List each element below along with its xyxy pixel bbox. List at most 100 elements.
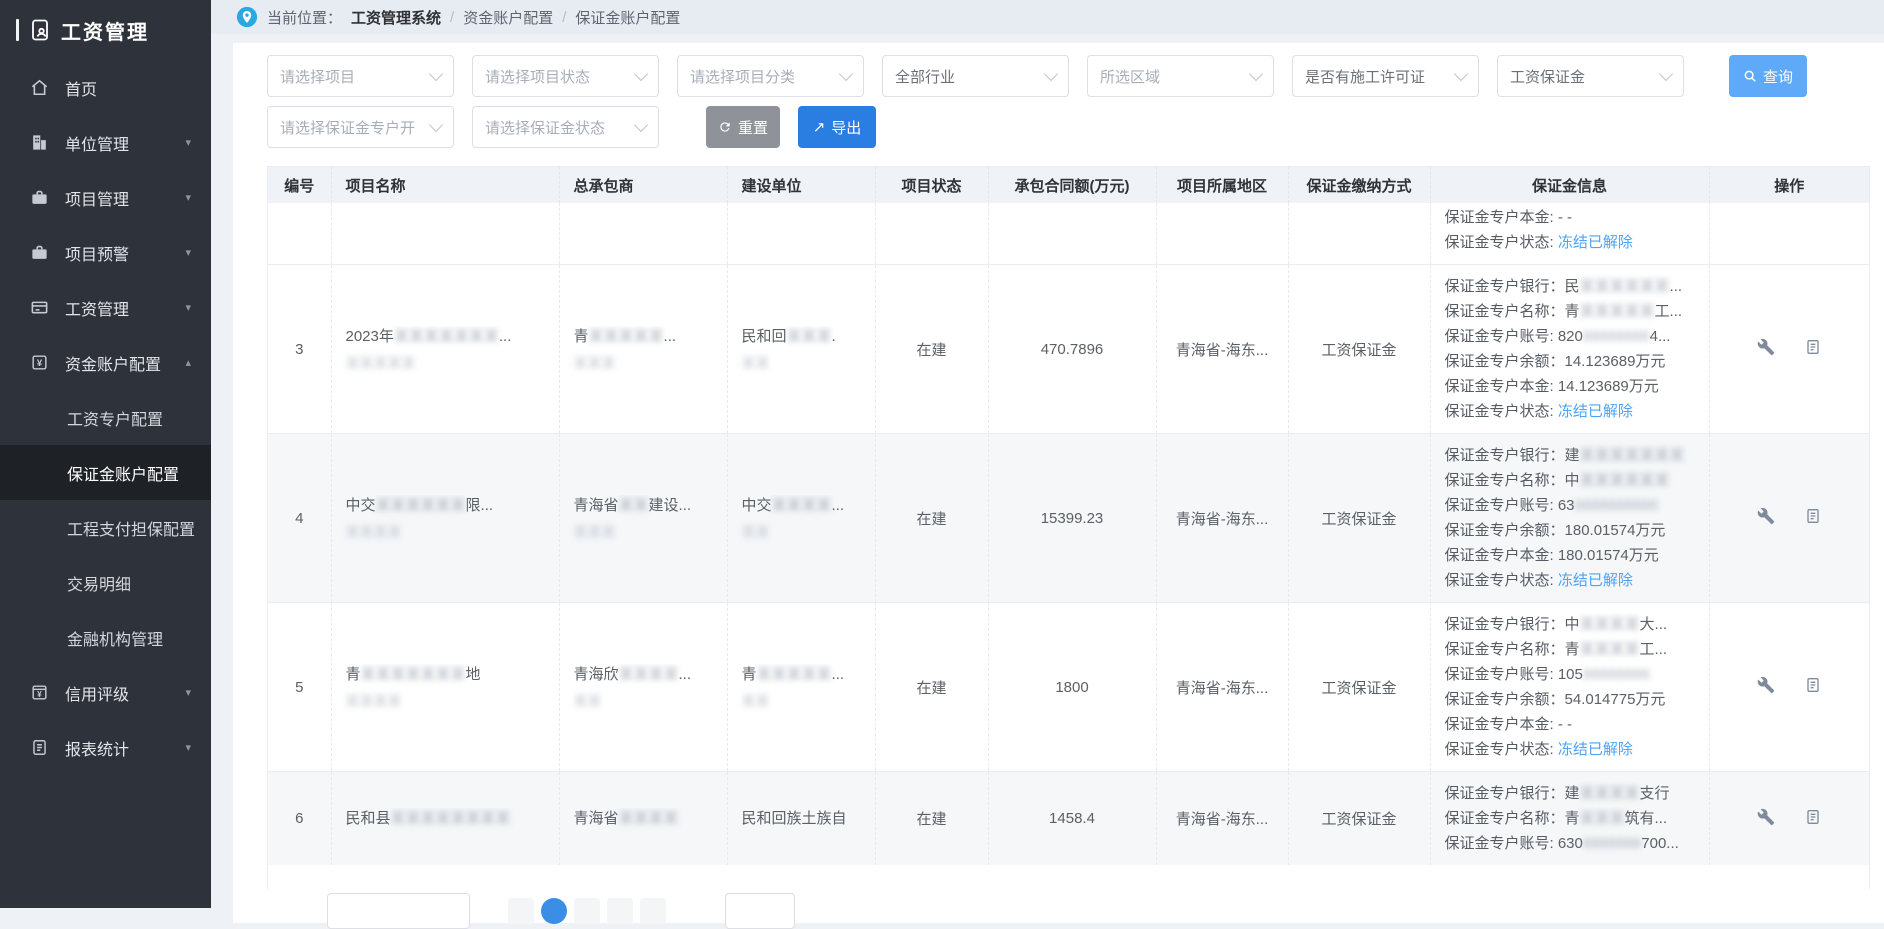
industry-select[interactable]: 全部行业 [882,55,1069,97]
margin-account-bank-select[interactable]: 请选择保证金专户开 [267,106,454,148]
sidebar-item-reports[interactable]: 报表统计 ▾ [0,720,211,775]
page-button[interactable] [607,898,633,924]
col-header-region: 项目所属地区 [1156,167,1288,203]
margin-info-label: 保证金专户账号: [1445,835,1558,852]
frozen-released-link[interactable]: 冻结已解除 [1558,234,1633,251]
project-status-select[interactable]: 请选择项目状态 [472,55,659,97]
sidebar-item-fund-accounts[interactable]: ¥ 资金账户配置 ▴ [0,335,211,390]
project-category-select[interactable]: 请选择项目分类 [677,55,864,97]
cell-actions [1709,203,1869,265]
cell-contractor: 青海欣某某某某...某某 [559,603,727,772]
page-button-active[interactable] [541,898,567,924]
margin-info-label: 保证金专户银行： [1445,278,1565,295]
cell-margin-info: 保证金专户银行：建某某某某支行保证金专户名称：青某某某筑有...保证金专户账号:… [1430,772,1709,866]
sidebar-item-units[interactable]: 单位管理 ▾ [0,115,211,170]
cell-name [331,203,559,265]
breadcrumb-item[interactable]: 资金账户配置 [463,7,553,28]
table-header: 编号 项目名称 总承包商 建设单位 项目状态 承包合同额(万元) 项目所属地区 … [268,167,1869,203]
configure-wrench-icon[interactable] [1757,507,1775,525]
breadcrumb: 当前位置： 工资管理系统 / 资金账户配置 / 保证金账户配置 [211,0,1884,34]
col-header-builder: 建设单位 [727,167,875,203]
breadcrumb-root[interactable]: 工资管理系统 [351,7,441,28]
arrow-up-right-icon: ↗ [813,120,826,135]
search-icon [1743,69,1757,83]
cell-amount [988,203,1156,265]
chevron-down-icon [1249,66,1263,80]
detail-document-icon[interactable] [1805,677,1821,693]
cell-method [1288,203,1430,265]
cell-status [875,203,988,265]
cell-builder: 中交某某某某...某某 [727,434,875,603]
margin-info-label: 保证金专户名称： [1445,641,1565,658]
cell-region: 青海省-海东... [1156,434,1288,603]
table-row: 32023年某某某某某某某...某某某某某青某某某某某...某某某民和回某某某.… [268,265,1869,434]
cell-builder: 民和回某某某.某某 [727,265,875,434]
briefcase-alert-icon [30,243,52,262]
cell-method: 工资保证金 [1288,434,1430,603]
cell-amount: 470.7896 [988,265,1156,434]
margin-info-label: 保证金专户本金: [1445,378,1558,395]
margin-info-label: 保证金专户状态: [1445,741,1558,758]
chevron-up-icon: ▴ [185,356,191,369]
region-select[interactable]: 所选区域 [1087,55,1274,97]
margin-info-label: 保证金专户本金: [1445,547,1558,564]
detail-document-icon[interactable] [1805,339,1821,355]
chevron-down-icon: ▾ [185,191,191,204]
prev-page-button[interactable] [508,898,534,924]
sidebar-subitem-financial-institutions[interactable]: 金融机构管理 [0,610,211,665]
export-button[interactable]: ↗ 导出 [798,106,876,148]
margin-info-label: 保证金专户余额： [1445,691,1565,708]
clipboard-icon [30,738,52,757]
frozen-released-link[interactable]: 冻结已解除 [1558,572,1633,589]
content-card: 请选择项目 请选择项目状态 请选择项目分类 全部行业 所选区域 是否有施工许可证… [233,43,1884,923]
cell-actions [1709,772,1869,866]
next-page-button[interactable] [640,898,666,924]
cell-index: 6 [268,772,331,866]
sidebar-item-projects[interactable]: 项目管理 ▾ [0,170,211,225]
configure-wrench-icon[interactable] [1757,808,1775,826]
app-title: 工资管理 [61,16,149,45]
col-header-project-name: 项目名称 [331,167,559,203]
margin-info-label: 保证金专户银行： [1445,785,1565,802]
permit-select[interactable]: 是否有施工许可证 [1292,55,1479,97]
cell-region: 青海省-海东... [1156,772,1288,866]
configure-wrench-icon[interactable] [1757,676,1775,694]
sidebar-subitem-payment-guarantee-config[interactable]: 工程支付担保配置 [0,500,211,555]
margin-status-select[interactable]: 请选择保证金状态 [472,106,659,148]
frozen-released-link[interactable]: 冻结已解除 [1558,741,1633,758]
margin-info-label: 保证金专户状态: [1445,572,1558,589]
project-select[interactable]: 请选择项目 [267,55,454,97]
cell-name: 2023年某某某某某某某...某某某某某 [331,265,559,434]
page-button[interactable] [574,898,600,924]
cell-region: 青海省-海东... [1156,603,1288,772]
margin-type-select[interactable]: 工资保证金 [1497,55,1684,97]
page-size-select[interactable] [327,893,470,929]
chevron-down-icon [1659,66,1673,80]
cell-amount: 15399.23 [988,434,1156,603]
sidebar-item-project-alerts[interactable]: 项目预警 ▾ [0,225,211,280]
page-jump-input[interactable] [725,893,795,929]
table-row: 5青某某某某某某某地某某某某青海欣某某某某...某某青某某某某某...某某在建1… [268,603,1869,772]
cell-status: 在建 [875,265,988,434]
sidebar-subitem-wage-account-config[interactable]: 工资专户配置 [0,390,211,445]
margin-info-label: 保证金专户本金: [1445,716,1558,733]
sidebar-subitem-transaction-detail[interactable]: 交易明细 [0,555,211,610]
chevron-down-icon: ▾ [185,741,191,754]
sidebar-subitem-margin-account-config[interactable]: 保证金账户配置 [0,445,211,500]
filter-row-2: 请选择保证金专户开 请选择保证金状态 重置 ↗ 导出 [267,106,1884,148]
detail-document-icon[interactable] [1805,809,1821,825]
sidebar-item-credit-rating[interactable]: ¥ 信用评级 ▾ [0,665,211,720]
frozen-released-link[interactable]: 冻结已解除 [1558,403,1633,420]
sidebar-item-home[interactable]: 首页 [0,60,211,115]
configure-wrench-icon[interactable] [1757,338,1775,356]
cell-index: 5 [268,603,331,772]
sidebar: 工资管理 首页 单位管理 ▾ 项目管理 ▾ 项目预警 ▾ 工资管理 ▾ [0,0,211,908]
cell-method: 工资保证金 [1288,265,1430,434]
detail-document-icon[interactable] [1805,508,1821,524]
sidebar-item-wages[interactable]: 工资管理 ▾ [0,280,211,335]
reset-button[interactable]: 重置 [706,106,780,148]
cell-status: 在建 [875,434,988,603]
search-button[interactable]: 查询 [1729,55,1807,97]
cell-actions [1709,265,1869,434]
cell-name: 民和县某某某某某某某某 [331,772,559,866]
